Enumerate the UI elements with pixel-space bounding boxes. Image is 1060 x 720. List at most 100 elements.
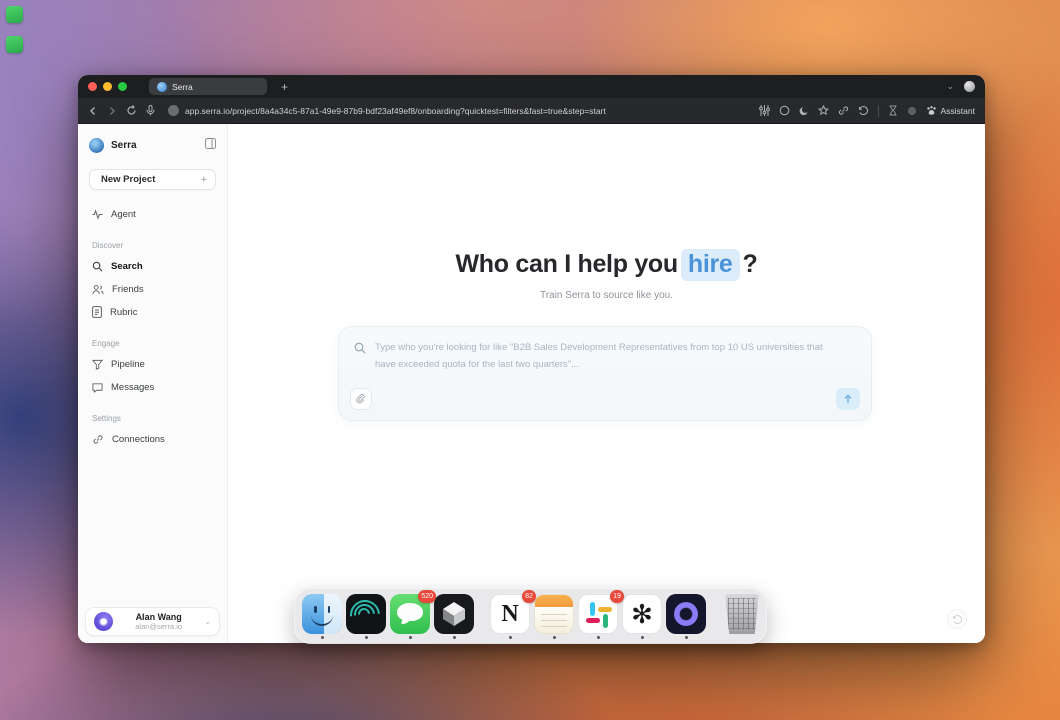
serra-logo-icon bbox=[89, 137, 104, 153]
running-indicator bbox=[640, 636, 644, 639]
address-bar[interactable]: app.serra.io/project/8a4a34c5-87a1-49e9-… bbox=[168, 105, 750, 116]
notification-badge: 520 bbox=[418, 590, 436, 603]
chevron-down-icon: ⌄ bbox=[204, 617, 211, 626]
desktop-wallpaper: Serra + ⌄ app.serra.io/project/8a4a34c5-… bbox=[0, 0, 1060, 720]
traffic-lights bbox=[88, 82, 127, 91]
new-project-label: New Project bbox=[101, 174, 156, 185]
friends-icon bbox=[92, 284, 104, 295]
paperclip-icon bbox=[356, 393, 365, 403]
user-email: alan@serra.io bbox=[135, 622, 183, 632]
reload-button[interactable] bbox=[126, 105, 137, 116]
zoom-window-button[interactable] bbox=[118, 82, 127, 91]
chatgpt-icon: ✻ bbox=[622, 594, 662, 634]
user-menu[interactable]: Alan Wang alan@serra.io ⌄ bbox=[85, 607, 220, 636]
browser-profile-avatar[interactable] bbox=[964, 81, 975, 92]
url-text: app.serra.io/project/8a4a34c5-87a1-49e9-… bbox=[185, 105, 606, 116]
browser-toolbar: app.serra.io/project/8a4a34c5-87a1-49e9-… bbox=[78, 98, 985, 124]
search-icon bbox=[354, 341, 366, 373]
dark-mode-moon-icon[interactable] bbox=[799, 106, 809, 116]
sidebar-item-agent[interactable]: Agent bbox=[89, 207, 216, 221]
close-window-button[interactable] bbox=[88, 82, 97, 91]
assistant-extension-button[interactable]: Assistant bbox=[926, 105, 975, 116]
search-icon bbox=[92, 261, 103, 272]
page-subtitle: Train Serra to source like you. bbox=[539, 290, 674, 301]
plus-icon: + bbox=[200, 173, 207, 186]
dock-loom-app[interactable] bbox=[666, 594, 706, 639]
sidebar-item-friends[interactable]: Friends bbox=[89, 282, 216, 296]
search-input[interactable]: Type who you're looking for like "B2B Sa… bbox=[338, 326, 872, 421]
dock-screen-recorder-app[interactable] bbox=[346, 594, 386, 639]
section-title-discover: Discover bbox=[92, 241, 124, 250]
submit-search-button[interactable] bbox=[836, 388, 860, 410]
sidebar: Serra New Project + Agent Discover Searc… bbox=[78, 124, 228, 643]
extensions-puzzle-icon[interactable] bbox=[907, 106, 917, 116]
user-avatar bbox=[94, 612, 113, 631]
history-refresh-icon[interactable] bbox=[858, 105, 869, 116]
browser-tab-serra[interactable]: Serra bbox=[149, 78, 267, 95]
paw-icon bbox=[926, 106, 936, 115]
trash-icon bbox=[725, 594, 759, 634]
sidebar-item-pipeline[interactable]: Pipeline bbox=[89, 357, 216, 371]
running-indicator bbox=[408, 636, 412, 639]
running-indicator bbox=[596, 636, 600, 639]
dock-finder-app[interactable] bbox=[302, 594, 342, 639]
running-indicator bbox=[320, 636, 324, 639]
hourglass-icon[interactable] bbox=[888, 105, 898, 116]
dock-trash[interactable] bbox=[722, 594, 762, 634]
dock-messages-app[interactable]: 520 bbox=[390, 590, 436, 639]
site-info-icon[interactable] bbox=[168, 105, 179, 116]
bookmark-star-icon[interactable] bbox=[817, 105, 829, 116]
dock-3d-cube-app[interactable] bbox=[434, 594, 474, 639]
running-indicator bbox=[508, 636, 512, 639]
rubric-document-icon bbox=[92, 306, 102, 318]
new-project-button[interactable]: New Project + bbox=[89, 169, 216, 190]
minimize-window-button[interactable] bbox=[103, 82, 112, 91]
extension-circle-icon[interactable] bbox=[779, 105, 790, 116]
forward-button[interactable] bbox=[107, 106, 117, 116]
microphone-icon[interactable] bbox=[146, 105, 155, 116]
attach-file-button[interactable] bbox=[350, 388, 372, 410]
dock-notes-app[interactable] bbox=[534, 594, 574, 639]
collapse-sidebar-icon[interactable] bbox=[205, 136, 216, 154]
tab-title: Serra bbox=[172, 81, 193, 92]
desktop-file-icon[interactable] bbox=[6, 6, 23, 23]
browser-window: Serra + ⌄ app.serra.io/project/8a4a34c5-… bbox=[78, 75, 985, 643]
arcs-app-icon bbox=[346, 594, 386, 634]
dock-slack-app[interactable]: 19 bbox=[578, 590, 624, 639]
sidebar-item-messages[interactable]: Messages bbox=[89, 380, 216, 394]
share-link-icon[interactable] bbox=[838, 105, 849, 116]
running-indicator bbox=[684, 636, 688, 639]
back-button[interactable] bbox=[88, 106, 98, 116]
user-name: Alan Wang bbox=[135, 611, 182, 622]
section-title-engage: Engage bbox=[92, 339, 120, 348]
pipeline-funnel-icon bbox=[92, 359, 103, 370]
sidebar-item-rubric[interactable]: Rubric bbox=[89, 305, 216, 319]
brand-name: Serra bbox=[111, 139, 137, 151]
notes-icon bbox=[534, 594, 574, 634]
tab-overview-chevron-icon[interactable]: ⌄ bbox=[946, 81, 954, 92]
notification-badge: 82 bbox=[522, 590, 536, 603]
connections-link-icon bbox=[92, 434, 104, 445]
desktop-file-icon[interactable] bbox=[6, 36, 23, 53]
agent-waveform-icon bbox=[92, 208, 103, 220]
sidebar-item-connections[interactable]: Connections bbox=[89, 432, 216, 446]
tune-sliders-icon[interactable] bbox=[758, 105, 770, 116]
new-tab-button[interactable]: + bbox=[281, 80, 288, 94]
page-title: Who can I help you hire? bbox=[228, 249, 985, 281]
section-title-settings: Settings bbox=[92, 414, 121, 423]
dock-notion-app[interactable]: N 82 bbox=[490, 590, 536, 639]
main-content: Who can I help you hire? Train Serra to s… bbox=[228, 124, 985, 643]
history-button[interactable] bbox=[947, 609, 967, 629]
sidebar-item-search[interactable]: Search bbox=[89, 259, 216, 273]
send-arrow-icon bbox=[844, 394, 852, 403]
tab-bar: Serra + ⌄ bbox=[78, 75, 985, 98]
dock: 520 N 82 19 ✻ bbox=[294, 588, 767, 644]
hire-highlight: hire bbox=[680, 249, 740, 281]
running-indicator bbox=[552, 636, 556, 639]
messages-bubble-icon bbox=[92, 382, 103, 393]
running-indicator bbox=[364, 636, 368, 639]
toolbar-divider bbox=[877, 104, 879, 117]
notification-badge: 19 bbox=[610, 590, 624, 603]
clock-refresh-icon bbox=[952, 614, 962, 624]
dock-chatgpt-app[interactable]: ✻ bbox=[622, 594, 662, 639]
